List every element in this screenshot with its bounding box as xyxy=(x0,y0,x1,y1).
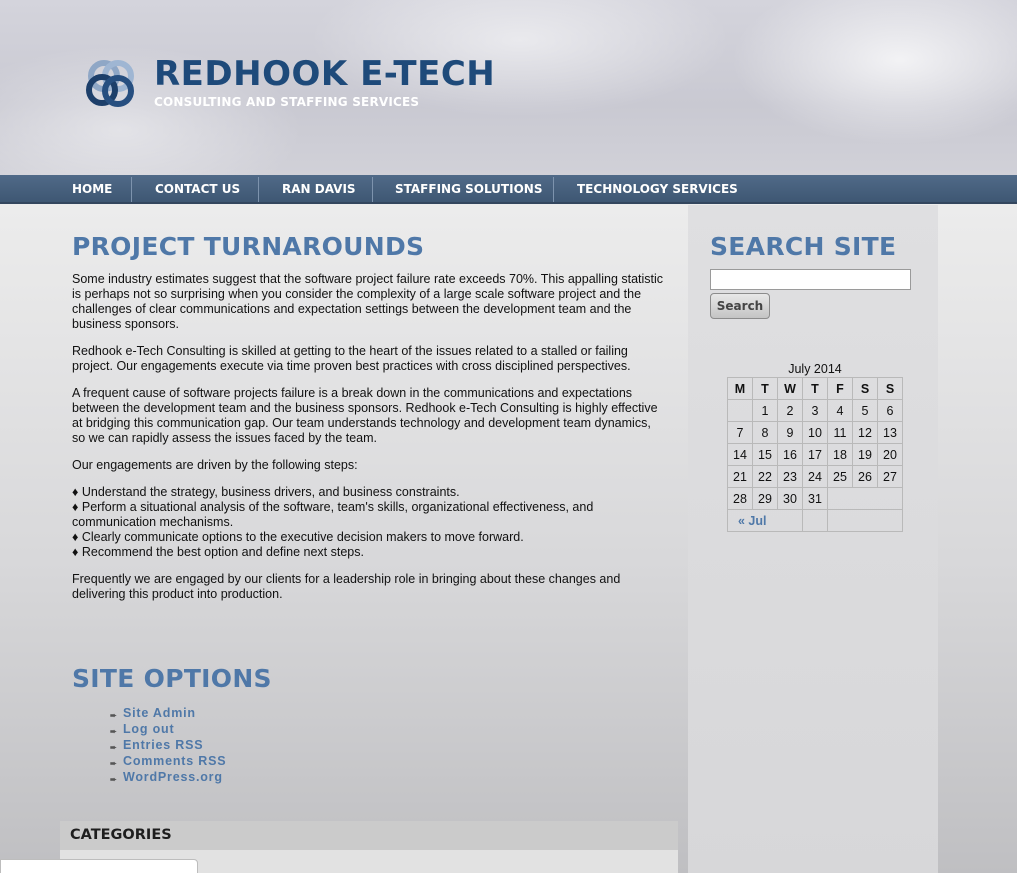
calendar-day: 27 xyxy=(877,465,903,488)
bottom-overlay-tab[interactable] xyxy=(0,859,198,873)
list-item[interactable]: ➨ WordPress.org xyxy=(110,769,472,785)
calendar-day: 5 xyxy=(852,399,878,422)
page-title: PROJECT TURNAROUNDS xyxy=(72,232,425,261)
paragraph: Redhook e-Tech Consulting is skilled at … xyxy=(72,344,631,373)
calendar-day: 18 xyxy=(827,443,853,466)
calendar-day: 13 xyxy=(877,421,903,444)
calendar-day-header: T xyxy=(752,377,778,400)
log-out-link[interactable]: Log out xyxy=(123,722,174,736)
entries-rss-link[interactable]: Entries RSS xyxy=(123,738,203,752)
calendar-pad xyxy=(827,487,903,510)
interlocking-rings-logo-icon[interactable] xyxy=(82,55,140,113)
calendar-day: 7 xyxy=(727,421,753,444)
calendar-day: 23 xyxy=(777,465,803,488)
calendar-day: 22 xyxy=(752,465,778,488)
calendar-day: 29 xyxy=(752,487,778,510)
calendar-day: 2 xyxy=(777,399,803,422)
calendar-day: 20 xyxy=(877,443,903,466)
step-item: ♦ Clearly communicate options to the exe… xyxy=(72,530,524,544)
list-item[interactable]: ➨ Entries RSS xyxy=(110,737,472,753)
search-title: SEARCH SITE xyxy=(710,232,897,261)
calendar-day: 14 xyxy=(727,443,753,466)
calendar-prev-link[interactable]: « Jul xyxy=(727,509,803,532)
sidebar: SEARCH SITE Search July 2014 M T W T F S… xyxy=(688,205,938,873)
calendar-pad xyxy=(802,509,828,532)
calendar-day: 19 xyxy=(852,443,878,466)
calendar-day-header: F xyxy=(827,377,853,400)
search-input[interactable] xyxy=(710,269,911,290)
calendar-day: 30 xyxy=(777,487,803,510)
wordpress-link[interactable]: WordPress.org xyxy=(123,770,223,784)
calendar-week: 14 15 16 17 18 19 20 xyxy=(727,443,903,466)
calendar-day: 8 xyxy=(752,421,778,444)
calendar-week: 1 2 3 4 5 6 xyxy=(727,399,903,422)
list-item[interactable]: ➨ Site Admin xyxy=(110,705,472,721)
main-content: PROJECT TURNAROUNDS Some industry estima… xyxy=(72,232,667,614)
calendar-nav-row: « Jul xyxy=(727,509,903,532)
calendar-day: 6 xyxy=(877,399,903,422)
calendar-day-header: S xyxy=(852,377,878,400)
calendar-day: 26 xyxy=(852,465,878,488)
calendar-week: 28 29 30 31 xyxy=(727,487,903,510)
calendar-week: 7 8 9 10 11 12 13 xyxy=(727,421,903,444)
calendar-day xyxy=(727,399,753,422)
nav-item-home[interactable]: HOME xyxy=(72,175,112,204)
calendar-day: 1 xyxy=(752,399,778,422)
comments-rss-link[interactable]: Comments RSS xyxy=(123,754,226,768)
step-item: ♦ Recommend the best option and define n… xyxy=(72,545,364,559)
nav-divider xyxy=(131,177,132,202)
calendar-next-pad xyxy=(827,509,903,532)
calendar-caption: July 2014 xyxy=(788,362,842,376)
arrow-bullet-icon: ➨ xyxy=(110,775,117,784)
paragraph: Some industry estimates suggest that the… xyxy=(72,272,664,331)
calendar-day: 9 xyxy=(777,421,803,444)
step-item: ♦ Perform a situational analysis of the … xyxy=(72,500,594,529)
calendar-day: 31 xyxy=(802,487,828,510)
main-nav: HOME CONTACT US RAN DAVIS STAFFING SOLUT… xyxy=(0,175,1017,204)
nav-item-staffing-solutions[interactable]: STAFFING SOLUTIONS xyxy=(395,175,542,204)
paragraph: Frequently we are engaged by our clients… xyxy=(72,572,621,601)
list-item[interactable]: ➨ Comments RSS xyxy=(110,753,472,769)
calendar-day: 11 xyxy=(827,421,853,444)
calendar-day: 24 xyxy=(802,465,828,488)
calendar-week: 21 22 23 24 25 26 27 xyxy=(727,465,903,488)
site-title[interactable]: REDHOOK E-TECH xyxy=(154,54,495,94)
nav-item-ran-davis[interactable]: RAN DAVIS xyxy=(282,175,356,204)
calendar-day-header: M xyxy=(727,377,753,400)
site-tagline: CONSULTING AND STAFFING SERVICES xyxy=(154,95,420,109)
step-item: ♦ Understand the strategy, business driv… xyxy=(72,485,460,499)
site-options: SITE OPTIONS ➨ Site Admin ➨ Log out ➨ Entri… xyxy=(72,664,472,785)
site-options-title: SITE OPTIONS xyxy=(72,664,272,693)
calendar-day: 28 xyxy=(727,487,753,510)
paragraph: A frequent cause of software projects fa… xyxy=(72,386,658,445)
calendar: July 2014 M T W T F S S 1 2 3 4 5 6 7 8 … xyxy=(727,362,903,532)
search-button[interactable]: Search xyxy=(710,293,770,319)
site-header: REDHOOK E-TECH CONSULTING AND STAFFING S… xyxy=(0,0,1017,175)
calendar-day: 3 xyxy=(802,399,828,422)
nav-divider xyxy=(553,177,554,202)
calendar-day-header: W xyxy=(777,377,803,400)
calendar-day: 15 xyxy=(752,443,778,466)
nav-item-technology-services[interactable]: TECHNOLOGY SERVICES xyxy=(577,175,738,204)
calendar-day-header: S xyxy=(877,377,903,400)
paragraph: Our engagements are driven by the follow… xyxy=(72,458,358,472)
site-admin-link[interactable]: Site Admin xyxy=(123,706,196,720)
steps-list: ♦ Understand the strategy, business driv… xyxy=(72,485,667,560)
calendar-day-header: T xyxy=(802,377,828,400)
categories-header: CATEGORIES xyxy=(60,821,678,850)
calendar-day: 16 xyxy=(777,443,803,466)
nav-divider xyxy=(258,177,259,202)
calendar-day: 10 xyxy=(802,421,828,444)
site-options-list: ➨ Site Admin ➨ Log out ➨ Entries RSS ➨ Comme… xyxy=(72,705,472,785)
calendar-day: 21 xyxy=(727,465,753,488)
calendar-day: 17 xyxy=(802,443,828,466)
calendar-day: 12 xyxy=(852,421,878,444)
list-item[interactable]: ➨ Log out xyxy=(110,721,472,737)
nav-item-contact-us[interactable]: CONTACT US xyxy=(155,175,240,204)
calendar-day: 4 xyxy=(827,399,853,422)
nav-divider xyxy=(372,177,373,202)
calendar-day: 25 xyxy=(827,465,853,488)
